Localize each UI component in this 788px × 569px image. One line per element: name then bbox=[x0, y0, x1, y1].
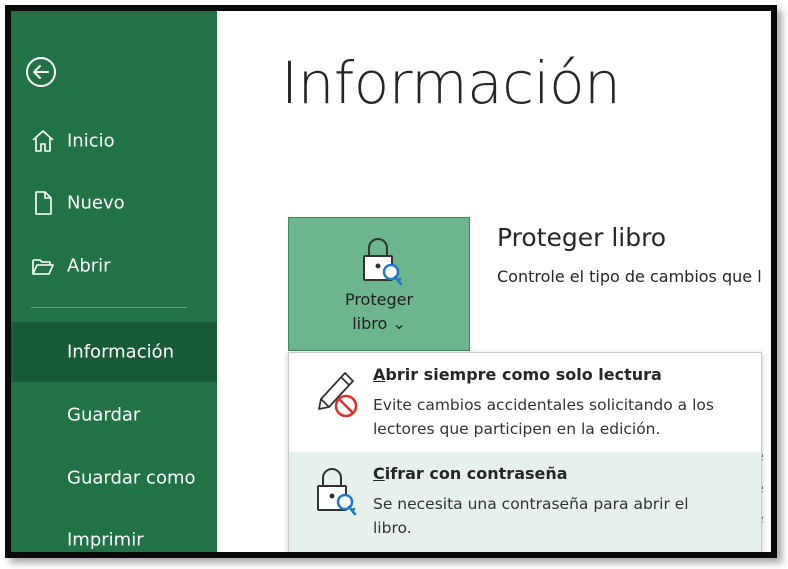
protect-label-line2: libro ⌄ bbox=[352, 314, 406, 333]
sidebar-divider bbox=[31, 307, 187, 308]
sidebar-item-label: Guardar como bbox=[67, 467, 196, 489]
protect-button-label: Proteger libro ⌄ bbox=[289, 288, 469, 336]
back-arrow-icon bbox=[26, 57, 56, 87]
section-title: Proteger libro bbox=[497, 223, 667, 252]
sidebar-item-label: Abrir bbox=[67, 255, 111, 277]
protect-dropdown-menu: Abrir siempre como solo lectura Evite ca… bbox=[288, 352, 762, 552]
menu-item-title: Cifrar con contraseña bbox=[373, 464, 568, 483]
main-content: Información Proteger libro ⌄ Proteger li… bbox=[217, 11, 771, 552]
title-text: brir siempre como solo lectura bbox=[385, 365, 662, 384]
pencil-no-icon bbox=[318, 372, 358, 418]
lock-key-icon bbox=[317, 468, 357, 516]
sidebar-item-nuevo[interactable]: Nuevo bbox=[11, 173, 217, 233]
lock-key-icon bbox=[363, 238, 403, 286]
menu-item-title: Abrir siempre como solo lectura bbox=[373, 365, 662, 384]
sidebar-item-imprimir[interactable]: Imprimir bbox=[11, 510, 217, 552]
title-text: ifrar con contraseña bbox=[384, 464, 568, 483]
sidebar-item-abrir[interactable]: Abrir bbox=[11, 236, 217, 296]
window-frame: Inicio Nuevo Abrir Información Guardar G… bbox=[5, 5, 777, 558]
sidebar-item-label: Información bbox=[67, 341, 175, 363]
mnemonic-letter: C bbox=[373, 464, 385, 483]
home-icon bbox=[32, 130, 54, 152]
menu-item-read-only[interactable]: Abrir siempre como solo lectura Evite ca… bbox=[289, 353, 761, 451]
mnemonic-letter: A bbox=[373, 365, 386, 384]
sidebar-item-inicio[interactable]: Inicio bbox=[11, 111, 217, 171]
back-button[interactable] bbox=[25, 56, 57, 88]
sidebar-item-label: Guardar bbox=[67, 404, 141, 426]
page-title: Información bbox=[281, 49, 621, 117]
menu-item-encrypt-password[interactable]: Cifrar con contraseña Se necesita una co… bbox=[289, 452, 761, 552]
sidebar-item-informacion[interactable]: Información bbox=[11, 322, 217, 382]
backstage-sidebar: Inicio Nuevo Abrir Información Guardar G… bbox=[11, 11, 217, 552]
sidebar-item-label: Inicio bbox=[67, 130, 115, 152]
menu-item-description: Se necesita una contraseña para abrir el… bbox=[373, 495, 689, 537]
sidebar-item-guardar[interactable]: Guardar bbox=[11, 385, 217, 445]
new-file-icon bbox=[35, 191, 52, 215]
sidebar-item-guardar-como[interactable]: Guardar como bbox=[11, 448, 217, 508]
section-description: Controle el tipo de cambios que l bbox=[497, 267, 762, 286]
protect-label-line1: Proteger bbox=[344, 290, 414, 309]
menu-item-description: Evite cambios accidentales solicitando a… bbox=[373, 396, 714, 438]
sidebar-item-label: Imprimir bbox=[67, 529, 144, 551]
sidebar-item-label: Nuevo bbox=[67, 192, 125, 214]
open-folder-icon bbox=[32, 259, 54, 275]
protect-workbook-button[interactable]: Proteger libro ⌄ bbox=[288, 217, 470, 351]
